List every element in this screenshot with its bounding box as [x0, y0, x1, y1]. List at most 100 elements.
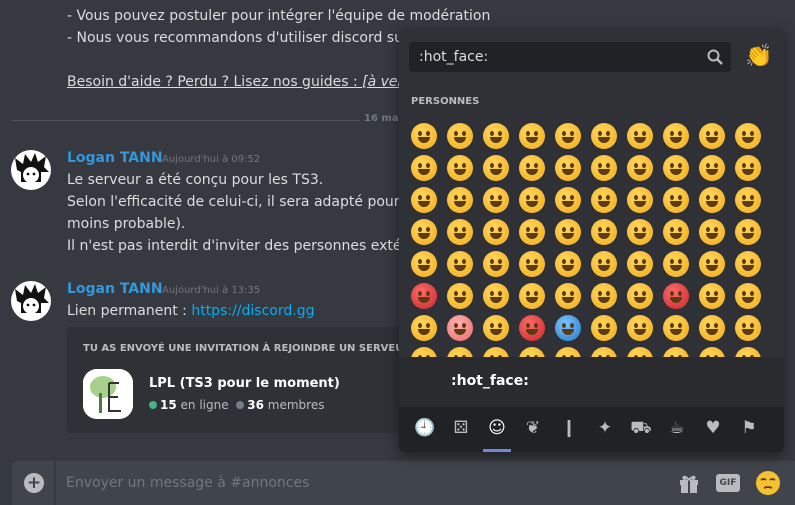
emoji-option[interactable]	[411, 155, 437, 181]
emoji-option[interactable]	[663, 155, 689, 181]
emoji-picker-button[interactable]	[755, 470, 781, 496]
emoji-option[interactable]	[627, 251, 653, 277]
emoji-option[interactable]	[735, 315, 761, 341]
emoji-option[interactable]	[411, 219, 437, 245]
emoji-option[interactable]	[555, 123, 581, 149]
emoji-option[interactable]	[735, 123, 761, 149]
emoji-option[interactable]	[519, 251, 545, 277]
flags-icon[interactable]: ⚑	[738, 417, 760, 439]
emoji-option[interactable]	[447, 283, 473, 309]
activity-icon[interactable]: ✦	[594, 417, 616, 439]
emoji-option[interactable]	[735, 155, 761, 181]
emoji-option[interactable]	[591, 187, 617, 213]
emoji-option[interactable]	[627, 187, 653, 213]
emoji-option[interactable]	[519, 123, 545, 149]
emoji-option[interactable]	[483, 347, 509, 357]
emoji-option[interactable]	[447, 315, 473, 341]
emoji-option[interactable]	[735, 283, 761, 309]
nature-icon[interactable]: ❦	[522, 417, 544, 439]
emoji-option[interactable]	[699, 347, 725, 357]
emoji-option[interactable]	[591, 251, 617, 277]
symbols-icon[interactable]: ♥	[702, 417, 724, 439]
server-icon[interactable]	[83, 369, 133, 419]
food-icon[interactable]: ❙	[558, 417, 580, 439]
author-name[interactable]: Logan TANN	[67, 150, 163, 166]
emoji-option[interactable]	[735, 347, 761, 357]
emoji-option[interactable]	[627, 315, 653, 341]
emoji-option[interactable]	[663, 251, 689, 277]
emoji-option[interactable]	[663, 123, 689, 149]
emoji-option[interactable]	[447, 251, 473, 277]
emoji-option[interactable]	[447, 187, 473, 213]
emoji-option[interactable]	[483, 155, 509, 181]
emoji-search-input[interactable]	[419, 47, 689, 67]
emoji-option[interactable]	[555, 347, 581, 357]
emoji-option[interactable]	[663, 219, 689, 245]
emoji-option[interactable]	[591, 315, 617, 341]
emoji-option[interactable]	[591, 219, 617, 245]
emoji-option[interactable]	[447, 155, 473, 181]
emoji-option[interactable]	[735, 251, 761, 277]
emoji-option[interactable]	[627, 123, 653, 149]
emoji-option[interactable]	[483, 251, 509, 277]
emoji-option[interactable]	[447, 347, 473, 357]
upload-button[interactable]: +	[24, 473, 44, 493]
emoji-option[interactable]	[663, 315, 689, 341]
emoji-option[interactable]	[591, 283, 617, 309]
emoji-option[interactable]	[699, 219, 725, 245]
emoji-option[interactable]	[483, 123, 509, 149]
emoji-option[interactable]	[699, 315, 725, 341]
emoji-option[interactable]	[663, 283, 689, 309]
emoji-option[interactable]	[555, 155, 581, 181]
emoji-option[interactable]	[483, 219, 509, 245]
emoji-option[interactable]	[735, 219, 761, 245]
gift-icon[interactable]	[678, 472, 700, 494]
emoji-option[interactable]	[555, 219, 581, 245]
emoji-option[interactable]	[627, 219, 653, 245]
emoji-option[interactable]	[411, 187, 437, 213]
emoji-option[interactable]	[519, 315, 545, 341]
emoji-option[interactable]	[447, 219, 473, 245]
emoji-option[interactable]	[699, 123, 725, 149]
emoji-option[interactable]	[555, 251, 581, 277]
emoji-option[interactable]	[519, 219, 545, 245]
clap-icon[interactable]: 👏	[745, 45, 772, 69]
emoji-option[interactable]	[555, 315, 581, 341]
people-icon[interactable]: ☺	[486, 417, 508, 439]
emoji-option[interactable]	[411, 347, 437, 357]
emoji-option[interactable]	[447, 123, 473, 149]
message-input[interactable]	[66, 473, 566, 493]
emoji-option[interactable]	[555, 283, 581, 309]
emoji-option[interactable]	[735, 187, 761, 213]
gif-button[interactable]: GIF	[716, 474, 740, 492]
emoji-option[interactable]	[591, 347, 617, 357]
custom-icon[interactable]: ⚄	[450, 417, 472, 439]
recent-icon[interactable]: 🕘	[414, 417, 436, 439]
emoji-option[interactable]	[699, 283, 725, 309]
emoji-option[interactable]	[591, 155, 617, 181]
emoji-option[interactable]	[699, 251, 725, 277]
emoji-option[interactable]	[591, 123, 617, 149]
emoji-option[interactable]	[483, 187, 509, 213]
invite-link[interactable]: https://discord.gg	[191, 303, 314, 319]
emoji-option[interactable]	[411, 315, 437, 341]
emoji-option[interactable]	[483, 315, 509, 341]
search-icon[interactable]	[707, 49, 723, 65]
emoji-option[interactable]	[519, 155, 545, 181]
emoji-option[interactable]	[699, 187, 725, 213]
emoji-option[interactable]	[483, 283, 509, 309]
travel-icon[interactable]: ⛟	[630, 417, 652, 439]
emoji-option[interactable]	[627, 347, 653, 357]
avatar[interactable]	[11, 150, 51, 190]
emoji-option[interactable]	[699, 155, 725, 181]
emoji-option[interactable]	[411, 251, 437, 277]
objects-icon[interactable]: ☕	[666, 417, 688, 439]
emoji-option[interactable]	[519, 283, 545, 309]
emoji-option[interactable]	[519, 187, 545, 213]
avatar[interactable]	[11, 281, 51, 321]
emoji-option[interactable]	[663, 187, 689, 213]
emoji-option[interactable]	[555, 187, 581, 213]
emoji-option[interactable]	[627, 283, 653, 309]
author-name[interactable]: Logan TANN	[67, 281, 163, 297]
emoji-option[interactable]	[627, 155, 653, 181]
